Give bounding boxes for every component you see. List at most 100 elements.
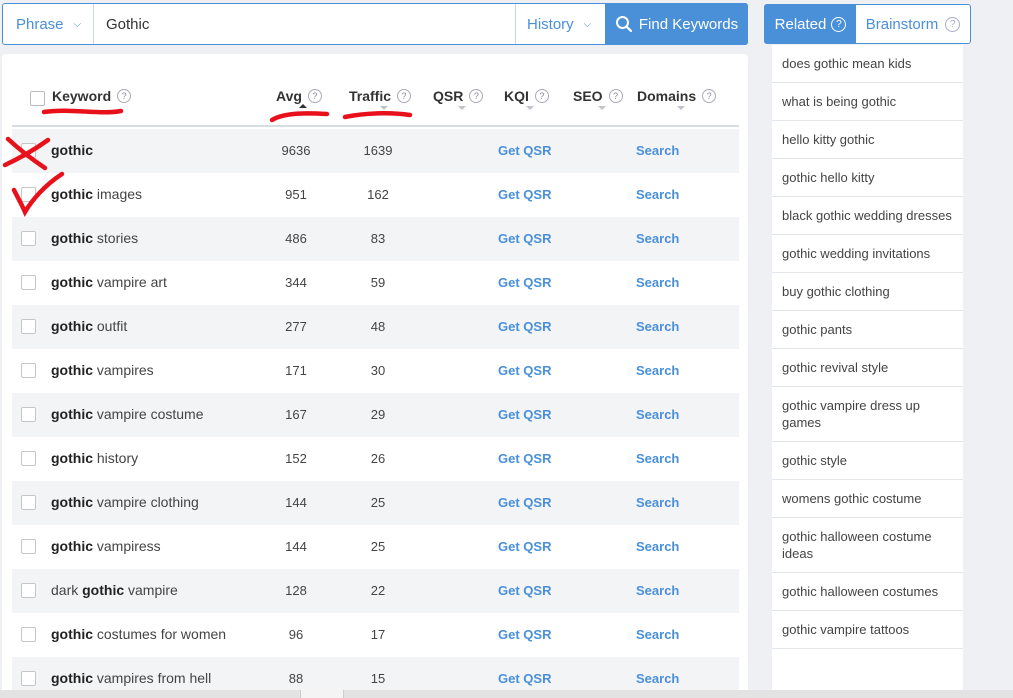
keyword-cell[interactable]: gothic costumes for women [51,626,226,642]
row-checkbox[interactable] [21,275,36,290]
row-checkbox[interactable] [21,627,36,642]
help-icon[interactable]: ? [534,89,549,103]
domains-search-link[interactable]: Search [636,187,679,202]
table-row[interactable]: gothic vampire art 344 59 Get QSR Search [12,261,739,305]
related-item[interactable]: gothic vampire dress up games [772,387,963,442]
row-checkbox[interactable] [21,495,36,510]
domains-search-link[interactable]: Search [636,407,679,422]
get-qsr-link[interactable]: Get QSR [498,495,551,510]
get-qsr-link[interactable]: Get QSR [498,319,551,334]
get-qsr-link[interactable]: Get QSR [498,231,551,246]
related-item[interactable]: what is being gothic [772,83,963,121]
row-checkbox[interactable] [21,363,36,378]
domains-search-link[interactable]: Search [636,275,679,290]
related-item[interactable]: gothic style [772,442,963,480]
keyword-search-input[interactable] [94,4,515,44]
help-icon[interactable]: ? [397,89,412,103]
help-icon[interactable]: ? [117,89,132,103]
table-row[interactable]: gothic costumes for women 96 17 Get QSR … [12,613,739,657]
domains-search-link[interactable]: Search [636,671,679,686]
domains-search-link[interactable]: Search [636,583,679,598]
related-item[interactable]: gothic pants [772,311,963,349]
keyword-cell[interactable]: gothic stories [51,230,138,246]
column-header-domains[interactable]: Domains ? [637,88,717,110]
get-qsr-link[interactable]: Get QSR [498,451,551,466]
domains-search-link[interactable]: Search [636,495,679,510]
tab-brainstorm[interactable]: Brainstorm ? [856,5,970,43]
row-checkbox[interactable] [21,187,36,202]
row-checkbox[interactable] [21,407,36,422]
get-qsr-link[interactable]: Get QSR [498,627,551,642]
domains-search-link[interactable]: Search [636,451,679,466]
table-row[interactable]: gothic history 152 26 Get QSR Search [12,437,739,481]
related-item[interactable]: gothic hello kitty [772,159,963,197]
help-icon[interactable]: ? [945,16,961,32]
domains-search-link[interactable]: Search [636,363,679,378]
keyword-cell[interactable]: gothic vampire art [51,274,167,290]
related-item[interactable]: does gothic mean kids [772,45,963,83]
table-row[interactable]: gothic vampire clothing 144 25 Get QSR S… [12,481,739,525]
row-checkbox[interactable] [21,539,36,554]
related-item[interactable]: hello kitty gothic [772,121,963,159]
help-icon[interactable]: ? [469,89,484,103]
table-row[interactable]: gothic images 951 162 Get QSR Search [12,173,739,217]
table-row[interactable]: gothic vampiress 144 25 Get QSR Search [12,525,739,569]
column-header-qsr[interactable]: QSR ? [433,88,484,110]
help-icon[interactable]: ? [831,16,847,32]
related-item[interactable]: buy gothic clothing [772,273,963,311]
keyword-cell[interactable]: gothic vampires [51,362,154,378]
horizontal-scrollbar[interactable] [0,690,1013,698]
get-qsr-link[interactable]: Get QSR [498,671,551,686]
tab-related[interactable]: Related ? [765,5,856,43]
table-row[interactable]: gothic 9636 1639 Get QSR Search [12,129,739,173]
domains-search-link[interactable]: Search [636,319,679,334]
domains-search-link[interactable]: Search [636,627,679,642]
domains-search-link[interactable]: Search [636,143,679,158]
row-checkbox[interactable] [21,671,36,686]
row-checkbox[interactable] [21,583,36,598]
get-qsr-link[interactable]: Get QSR [498,583,551,598]
table-row[interactable]: dark gothic vampire 128 22 Get QSR Searc… [12,569,739,613]
get-qsr-link[interactable]: Get QSR [498,275,551,290]
get-qsr-link[interactable]: Get QSR [498,407,551,422]
get-qsr-link[interactable]: Get QSR [498,143,551,158]
get-qsr-link[interactable]: Get QSR [498,539,551,554]
keyword-cell[interactable]: gothic vampire clothing [51,494,199,510]
related-item[interactable]: gothic halloween costumes [772,573,963,611]
scrollbar-thumb[interactable] [300,690,344,698]
related-item[interactable]: black gothic wedding dresses [772,197,963,235]
column-header-avg[interactable]: Avg ? [276,88,322,108]
get-qsr-link[interactable]: Get QSR [498,187,551,202]
keyword-cell[interactable]: gothic outfit [51,318,127,334]
column-header-keyword[interactable]: Keyword ? [52,88,132,104]
table-row[interactable]: gothic outfit 277 48 Get QSR Search [12,305,739,349]
table-row[interactable]: gothic vampires 171 30 Get QSR Search [12,349,739,393]
find-keywords-button[interactable]: Find Keywords [605,3,748,45]
column-header-traffic[interactable]: Traffic ? [349,88,412,110]
column-header-seo[interactable]: SEO ? [573,88,623,110]
related-item[interactable]: gothic revival style [772,349,963,387]
related-item[interactable]: gothic halloween costume ideas [772,518,963,573]
history-dropdown[interactable]: History ⌵ [515,4,605,44]
row-checkbox[interactable] [21,143,36,158]
keyword-cell[interactable]: gothic vampiress [51,538,161,554]
keyword-cell[interactable]: gothic images [51,186,142,202]
row-checkbox[interactable] [21,319,36,334]
domains-search-link[interactable]: Search [636,539,679,554]
table-row[interactable]: gothic vampire costume 167 29 Get QSR Se… [12,393,739,437]
help-icon[interactable]: ? [608,89,623,103]
help-icon[interactable]: ? [307,89,322,103]
domains-search-link[interactable]: Search [636,231,679,246]
get-qsr-link[interactable]: Get QSR [498,363,551,378]
row-checkbox[interactable] [21,451,36,466]
related-item[interactable]: womens gothic costume [772,480,963,518]
keyword-cell[interactable]: gothic [51,142,93,158]
column-header-kqi[interactable]: KQI ? [504,88,549,110]
related-item[interactable]: gothic vampire tattoos [772,611,963,649]
select-all-checkbox[interactable] [30,91,45,106]
keyword-cell[interactable]: gothic vampires from hell [51,670,211,686]
table-row[interactable]: gothic stories 486 83 Get QSR Search [12,217,739,261]
row-checkbox[interactable] [21,231,36,246]
related-item[interactable]: gothic wedding invitations [772,235,963,273]
keyword-cell[interactable]: dark gothic vampire [51,582,178,598]
